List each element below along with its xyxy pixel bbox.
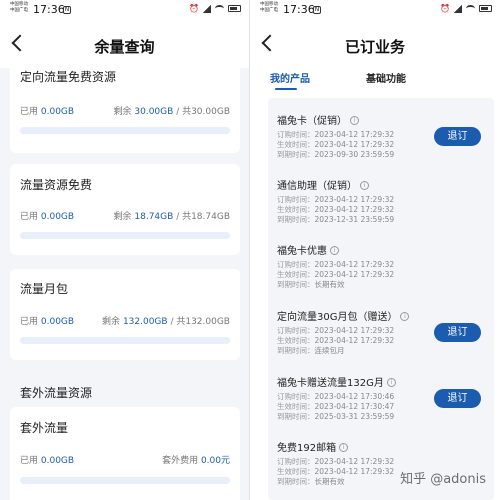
carrier-line-2: 中国广电 xyxy=(260,8,278,13)
product-name: 福兔卡赠送流量132G月 i xyxy=(277,374,396,389)
used-amount: 已用 0.00GB xyxy=(20,107,75,117)
overage-fee: 套外费用 0.00元 xyxy=(162,456,230,466)
unsubscribe-button[interactable]: 退订 xyxy=(434,323,481,342)
resource-title: 定向流量免费资源 xyxy=(20,70,117,84)
resource-card: 流量资源免费 已用 0.00GB 剩余 18.74GB / 共18.74GB xyxy=(10,164,240,255)
unsubscribe-button[interactable]: 退订 xyxy=(434,389,481,408)
product-item: 福兔卡（促销） i 订购时间：2023-04-12 17:29:32 生效时间：202… xyxy=(268,112,494,172)
remaining-amount: 剩余 132.00GB / 共132.00GB xyxy=(102,317,230,327)
product-item: 福兔卡赠送流量132G月 i 订购时间：2023-04-12 17:30:46 生效时… xyxy=(268,374,494,434)
used-amount: 已用 0.00GB xyxy=(20,317,75,327)
carrier-label: 中国移动 中国广电 xyxy=(10,2,28,14)
tab-bar: 我的产品 基础功能 xyxy=(250,66,500,92)
remaining-amount: 剩余 30.00GB / 共30.00GB xyxy=(113,107,231,117)
active-tab-indicator xyxy=(275,88,297,90)
info-icon[interactable]: i xyxy=(386,378,396,387)
nfc-icon: N xyxy=(313,6,321,14)
expire-time: 到期时间：连续包月 xyxy=(277,346,345,355)
info-icon[interactable]: i xyxy=(350,116,359,125)
carrier-label: 中国移动 中国广电 xyxy=(260,2,278,14)
resource-card: 套外流量 已用 0.00GB 套外费用 0.00元 xyxy=(10,407,240,500)
product-name: 福兔卡（促销） i xyxy=(277,112,359,127)
info-icon[interactable]: i xyxy=(360,181,369,190)
unsubscribe-button[interactable]: 退订 xyxy=(434,127,481,146)
nfc-icon: N xyxy=(63,6,71,14)
wifi-icon xyxy=(215,5,224,12)
system-icons: ⏰ xyxy=(189,4,241,13)
info-icon[interactable]: i xyxy=(339,443,349,452)
remaining-amount: 剩余 18.74GB / 共18.74GB xyxy=(113,212,231,222)
signal-icon xyxy=(203,4,211,13)
alarm-icon: ⏰ xyxy=(440,4,450,13)
status-bar: 中国移动 中国广电 17:36 N ⏰ xyxy=(250,0,500,24)
signal-icon xyxy=(454,4,462,13)
page-title: 已订业务 xyxy=(344,38,405,56)
usage-progress-bar xyxy=(20,477,230,484)
alarm-icon: ⏰ xyxy=(189,4,199,13)
resource-title: 流量资源免费 xyxy=(20,178,93,192)
tab-my-products[interactable]: 我的产品 xyxy=(270,70,310,85)
resource-title: 套外流量 xyxy=(20,421,69,435)
resource-title: 流量月包 xyxy=(20,282,69,296)
info-icon[interactable]: i xyxy=(400,312,410,321)
used-amount: 已用 0.00GB xyxy=(20,212,75,222)
usage-progress-bar xyxy=(20,127,230,134)
carrier-line-2: 中国广电 xyxy=(10,8,28,13)
product-item: 福兔卡优惠 i 订购时间：2023-04-12 17:29:32 生效时间：2023-… xyxy=(268,242,494,302)
product-name: 免费192邮箱 i xyxy=(277,439,349,454)
product-name: 通信助理（促销） i xyxy=(277,177,369,192)
status-bar: 中国移动 中国广电 17:36 N ⏰ xyxy=(0,0,249,24)
watermark: 知乎 @adonis xyxy=(400,472,486,487)
wifi-icon xyxy=(466,5,475,12)
system-icons: ⏰ xyxy=(440,4,492,13)
status-time: 17:36 xyxy=(283,3,315,16)
expire-time: 到期时间：长期有效 xyxy=(277,280,345,289)
tab-basic-functions[interactable]: 基础功能 xyxy=(366,70,406,85)
subscribed-services-screen: 中国移动 中国广电 17:36 N ⏰ 已订业务 我的产品 基础功能 福兔卡（促… xyxy=(250,0,500,500)
nav-bar: 已订业务 xyxy=(250,24,500,68)
balance-query-screen: 中国移动 中国广电 17:36 N ⏰ 余量查询 定向流量免费资源 已用 0.0… xyxy=(0,0,249,500)
used-amount: 已用 0.00GB xyxy=(20,456,75,466)
product-item: 通信助理（促销） i 订购时间：2023-04-12 17:29:32 生效时间：20… xyxy=(268,177,494,237)
expire-time: 到期时间：2023-09-30 23:59:59 xyxy=(277,150,395,159)
resource-card: 定向流量免费资源 已用 0.00GB 剩余 30.00GB / 共30.00GB xyxy=(10,62,240,153)
status-time: 17:36 xyxy=(33,3,65,16)
product-name: 福兔卡优惠 i xyxy=(277,242,339,257)
page-title: 余量查询 xyxy=(94,38,155,56)
resource-card: 流量月包 已用 0.00GB 剩余 132.00GB / 共132.00GB xyxy=(10,269,240,360)
battery-icon xyxy=(228,5,241,12)
product-name: 定向流量30G月包（赠送） i xyxy=(277,308,410,323)
expire-time: 到期时间：长期有效 xyxy=(277,477,345,486)
product-item: 定向流量30G月包（赠送） i 订购时间：2023-04-12 17:29:32 生效… xyxy=(268,308,494,368)
expire-time: 到期时间：2023-12-31 23:59:59 xyxy=(277,215,395,224)
battery-icon xyxy=(479,5,492,12)
usage-progress-bar xyxy=(20,232,230,239)
usage-progress-bar xyxy=(20,337,230,344)
expire-time: 到期时间：2025-03-31 23:59:59 xyxy=(277,412,395,421)
section-heading: 套外流量资源 xyxy=(20,386,93,400)
info-icon[interactable]: i xyxy=(330,246,339,255)
